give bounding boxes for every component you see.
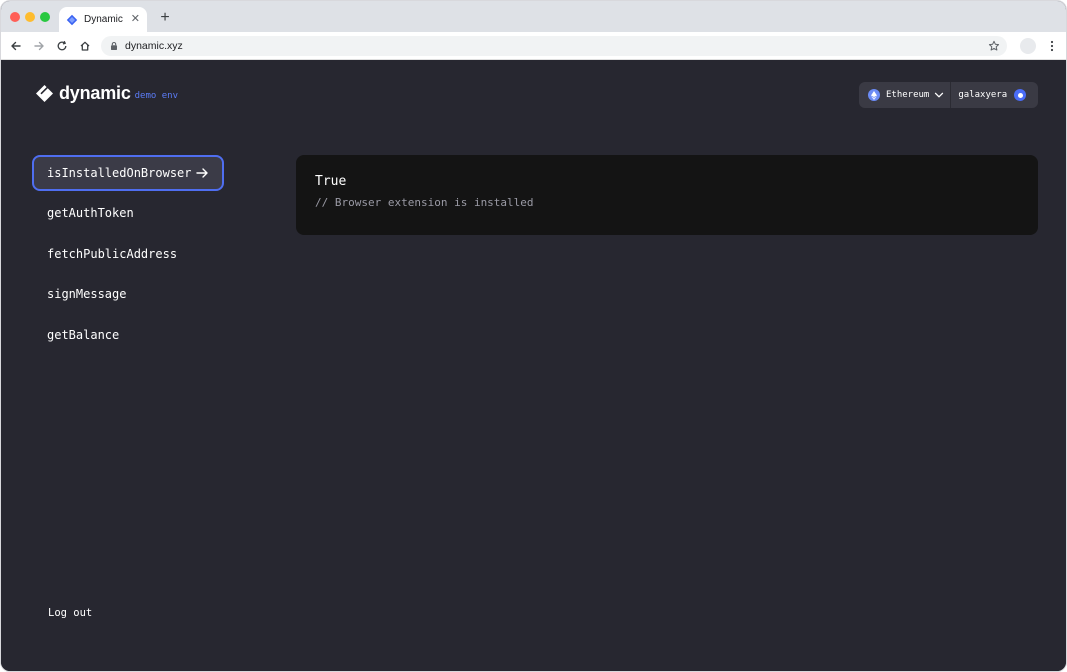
method-label: getBalance bbox=[47, 327, 120, 342]
method-item-is-installed-on-browser[interactable]: isInstalledOnBrowser bbox=[32, 155, 224, 191]
wallet-widget: Ethereum galaxyera bbox=[859, 82, 1038, 108]
tab-title: Dynamic bbox=[84, 14, 123, 25]
brand-logo[interactable]: dynamic demo env bbox=[35, 83, 178, 103]
arrow-right-icon bbox=[195, 166, 209, 180]
chevron-down-icon bbox=[934, 90, 944, 100]
close-window-button[interactable] bbox=[10, 12, 20, 22]
address-bar[interactable]: dynamic.xyz bbox=[101, 36, 1007, 56]
brand-name: dynamic bbox=[59, 83, 131, 103]
maximize-window-button[interactable] bbox=[40, 12, 50, 22]
method-item-get-balance[interactable]: getBalance bbox=[32, 317, 224, 353]
method-label: getAuthToken bbox=[47, 206, 134, 221]
method-item-get-auth-token[interactable]: getAuthToken bbox=[32, 195, 224, 231]
account-avatar-icon bbox=[1014, 89, 1027, 101]
home-icon[interactable] bbox=[77, 38, 93, 54]
method-list: isInstalledOnBrowser getAuthToken fetchP… bbox=[32, 155, 224, 357]
star-icon[interactable] bbox=[988, 40, 1000, 52]
browser-toolbar: dynamic.xyz bbox=[1, 32, 1066, 60]
browser-tab[interactable]: Dynamic ✕ bbox=[59, 7, 147, 32]
dynamic-logo-icon bbox=[35, 84, 54, 103]
more-icon[interactable] bbox=[1046, 38, 1058, 54]
result-value: True bbox=[315, 174, 347, 189]
lock-icon bbox=[109, 41, 119, 51]
reload-icon[interactable] bbox=[54, 38, 70, 54]
tab-bar: Dynamic ✕ + bbox=[1, 1, 1066, 32]
url-text: dynamic.xyz bbox=[125, 40, 183, 52]
tab-close-icon[interactable]: ✕ bbox=[131, 14, 140, 25]
app-page: dynamic demo env Ethereum galaxyera isIn… bbox=[1, 60, 1066, 671]
ethereum-icon bbox=[868, 89, 880, 101]
method-item-fetch-public-address[interactable]: fetchPublicAddress bbox=[32, 236, 224, 272]
account-name: galaxyera bbox=[958, 90, 1008, 100]
logout-button[interactable]: Log out bbox=[48, 607, 92, 619]
back-icon[interactable] bbox=[8, 38, 24, 54]
result-panel: True // Browser extension is installed bbox=[296, 155, 1038, 235]
browser-window: Dynamic ✕ + dynamic.xyz dynamic demo env… bbox=[0, 0, 1067, 672]
method-label: fetchPublicAddress bbox=[47, 246, 178, 261]
account-button[interactable]: galaxyera bbox=[951, 82, 1034, 108]
forward-icon[interactable] bbox=[31, 38, 47, 54]
result-comment: // Browser extension is installed bbox=[315, 196, 534, 209]
profile-avatar[interactable] bbox=[1020, 38, 1036, 54]
dynamic-favicon-icon bbox=[66, 14, 78, 26]
network-label: Ethereum bbox=[886, 90, 930, 100]
minimize-window-button[interactable] bbox=[25, 12, 35, 22]
network-selector[interactable]: Ethereum bbox=[859, 82, 952, 108]
method-item-sign-message[interactable]: signMessage bbox=[32, 276, 224, 312]
method-label: isInstalledOnBrowser bbox=[47, 166, 192, 180]
method-label: signMessage bbox=[47, 287, 127, 302]
new-tab-button[interactable]: + bbox=[157, 9, 173, 27]
env-badge: demo env bbox=[134, 91, 178, 101]
